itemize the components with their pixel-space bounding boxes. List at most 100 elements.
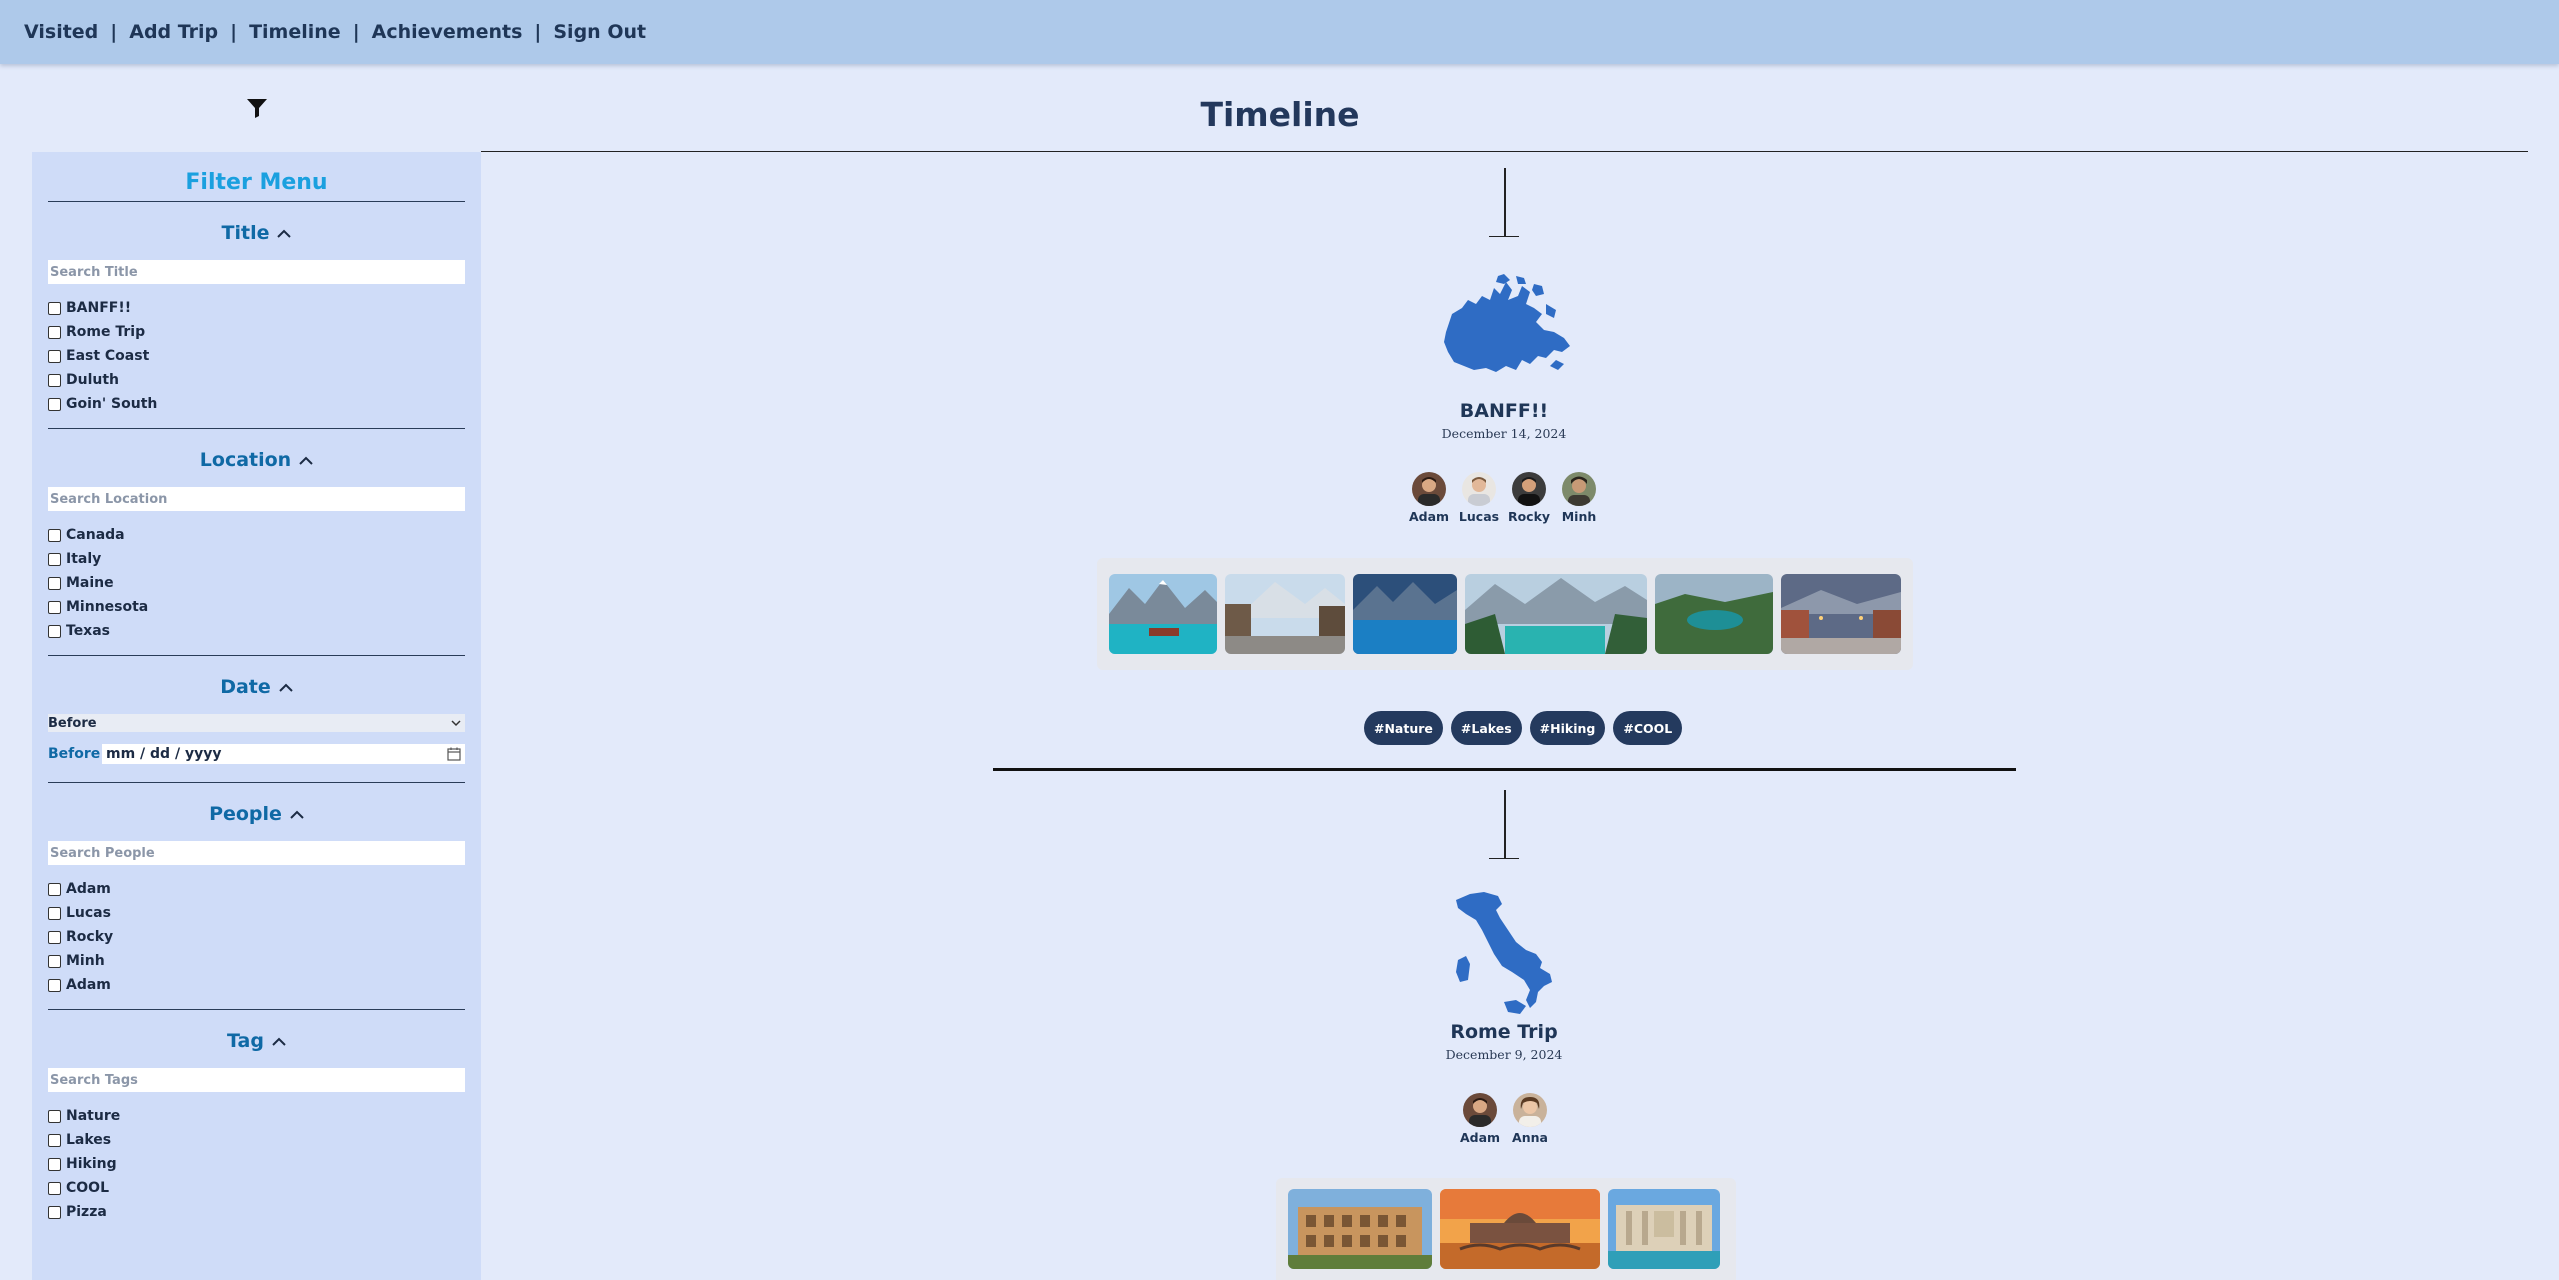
checkbox-item[interactable]: Nature: [48, 1104, 465, 1128]
trip-photo[interactable]: [1288, 1189, 1432, 1269]
checkbox[interactable]: [48, 349, 61, 363]
checkbox-label: Rome Trip: [66, 324, 146, 340]
person-chip[interactable]: Lucas: [1454, 472, 1504, 524]
tag-chip[interactable]: #Nature: [1364, 711, 1443, 745]
checkbox[interactable]: [48, 600, 61, 614]
divider: [48, 201, 465, 202]
checkbox-item[interactable]: Minnesota: [48, 595, 465, 619]
people-filter-section: People Adam Lucas Rocky Minh Adam: [32, 799, 481, 1010]
checkbox-item[interactable]: Minh: [48, 949, 465, 973]
location-checkbox-list[interactable]: Canada Italy Maine Minnesota Texas: [48, 523, 465, 643]
checkbox-item[interactable]: Texas: [48, 619, 465, 643]
person-chip[interactable]: Adam: [1455, 1093, 1505, 1145]
chevron-up-icon: [272, 1037, 286, 1046]
location-section-toggle[interactable]: Location: [48, 445, 465, 475]
checkbox[interactable]: [48, 576, 61, 590]
italy-map[interactable]: [1452, 890, 1556, 1018]
search-title-input[interactable]: [48, 260, 465, 284]
trip-photo[interactable]: [1465, 574, 1647, 654]
checkbox-label: Adam: [66, 977, 111, 993]
nav-link-add-trip[interactable]: Add Trip: [129, 21, 218, 43]
checkbox[interactable]: [48, 930, 61, 944]
trip-photo[interactable]: [1353, 574, 1457, 654]
tag-chip[interactable]: #Hiking: [1529, 711, 1606, 745]
avatar: [1562, 472, 1596, 506]
canada-map[interactable]: [1438, 274, 1572, 386]
checkbox[interactable]: [48, 624, 61, 638]
trip-photo[interactable]: [1440, 1189, 1600, 1269]
search-tags-input[interactable]: [48, 1068, 465, 1092]
checkbox-item[interactable]: Rome Trip: [48, 320, 465, 344]
checkbox-item[interactable]: Duluth: [48, 368, 465, 392]
checkbox[interactable]: [48, 1181, 61, 1195]
checkbox-item[interactable]: Lucas: [48, 901, 465, 925]
checkbox-label: Lakes: [66, 1132, 112, 1148]
checkbox-item[interactable]: Rocky: [48, 925, 465, 949]
checkbox-item[interactable]: East Coast: [48, 344, 465, 368]
checkbox-label: East Coast: [66, 348, 150, 364]
trip-photo-gallery: [1097, 558, 1913, 670]
person-chip[interactable]: Adam: [1404, 472, 1454, 524]
checkbox-item[interactable]: BANFF!!: [48, 296, 465, 320]
tag-chip[interactable]: #Lakes: [1450, 711, 1522, 745]
checkbox-item[interactable]: Adam: [48, 877, 465, 901]
trip-photo[interactable]: [1655, 574, 1773, 654]
tag-checkbox-list[interactable]: Nature Lakes Hiking COOL Pizza: [48, 1104, 465, 1224]
search-location-input[interactable]: [48, 487, 465, 511]
trip-photo[interactable]: [1781, 574, 1901, 654]
checkbox[interactable]: [48, 954, 61, 968]
checkbox-item[interactable]: Canada: [48, 523, 465, 547]
date-label: Before: [48, 746, 101, 762]
checkbox-item[interactable]: Maine: [48, 571, 465, 595]
date-mode-select[interactable]: Before: [48, 714, 465, 732]
checkbox[interactable]: [48, 882, 61, 896]
checkbox-label: Texas: [66, 623, 110, 639]
checkbox[interactable]: [48, 397, 61, 411]
trip-title[interactable]: BANFF!!: [1304, 400, 1704, 422]
nav-link-timeline[interactable]: Timeline: [249, 21, 341, 43]
checkbox[interactable]: [48, 325, 61, 339]
checkbox[interactable]: [48, 1205, 61, 1219]
tag-section-toggle[interactable]: Tag: [48, 1026, 465, 1056]
checkbox-item[interactable]: Hiking: [48, 1152, 465, 1176]
person-chip[interactable]: Minh: [1554, 472, 1604, 524]
checkbox-item[interactable]: Pizza: [48, 1200, 465, 1224]
checkbox-item[interactable]: Italy: [48, 547, 465, 571]
title-checkbox-list[interactable]: BANFF!! Rome Trip East Coast Duluth Goin…: [48, 296, 465, 416]
trip-photo[interactable]: [1608, 1189, 1720, 1269]
checkbox[interactable]: [48, 301, 61, 315]
section-heading: People: [209, 803, 282, 825]
tag-chip[interactable]: #COOL: [1613, 711, 1683, 745]
people-checkbox-list[interactable]: Adam Lucas Rocky Minh Adam: [48, 877, 465, 997]
checkbox-label: BANFF!!: [66, 300, 132, 316]
trip-photo[interactable]: [1225, 574, 1345, 654]
title-section-toggle[interactable]: Title: [48, 218, 465, 248]
calendar-icon[interactable]: [447, 747, 461, 761]
divider: [48, 655, 465, 656]
checkbox[interactable]: [48, 1109, 61, 1123]
trip-title[interactable]: Rome Trip: [1304, 1021, 1704, 1043]
person-chip[interactable]: Anna: [1505, 1093, 1555, 1145]
checkbox[interactable]: [48, 978, 61, 992]
checkbox[interactable]: [48, 1133, 61, 1147]
person-chip[interactable]: Rocky: [1504, 472, 1554, 524]
checkbox-item[interactable]: Lakes: [48, 1128, 465, 1152]
checkbox[interactable]: [48, 552, 61, 566]
search-people-input[interactable]: [48, 841, 465, 865]
checkbox[interactable]: [48, 906, 61, 920]
nav-link-visited[interactable]: Visited: [24, 21, 98, 43]
filter-funnel-icon[interactable]: [245, 96, 269, 120]
trip-photo[interactable]: [1109, 574, 1217, 654]
checkbox-item[interactable]: COOL: [48, 1176, 465, 1200]
avatar: [1513, 1093, 1547, 1127]
checkbox[interactable]: [48, 373, 61, 387]
checkbox[interactable]: [48, 528, 61, 542]
checkbox[interactable]: [48, 1157, 61, 1171]
date-section-toggle[interactable]: Date: [48, 672, 465, 702]
people-section-toggle[interactable]: People: [48, 799, 465, 829]
checkbox-item[interactable]: Goin' South: [48, 392, 465, 416]
nav-link-achievements[interactable]: Achievements: [372, 21, 523, 43]
date-input[interactable]: mm / dd / yyyy: [102, 744, 465, 764]
checkbox-item[interactable]: Adam: [48, 973, 465, 997]
nav-link-sign-out[interactable]: Sign Out: [553, 21, 646, 43]
